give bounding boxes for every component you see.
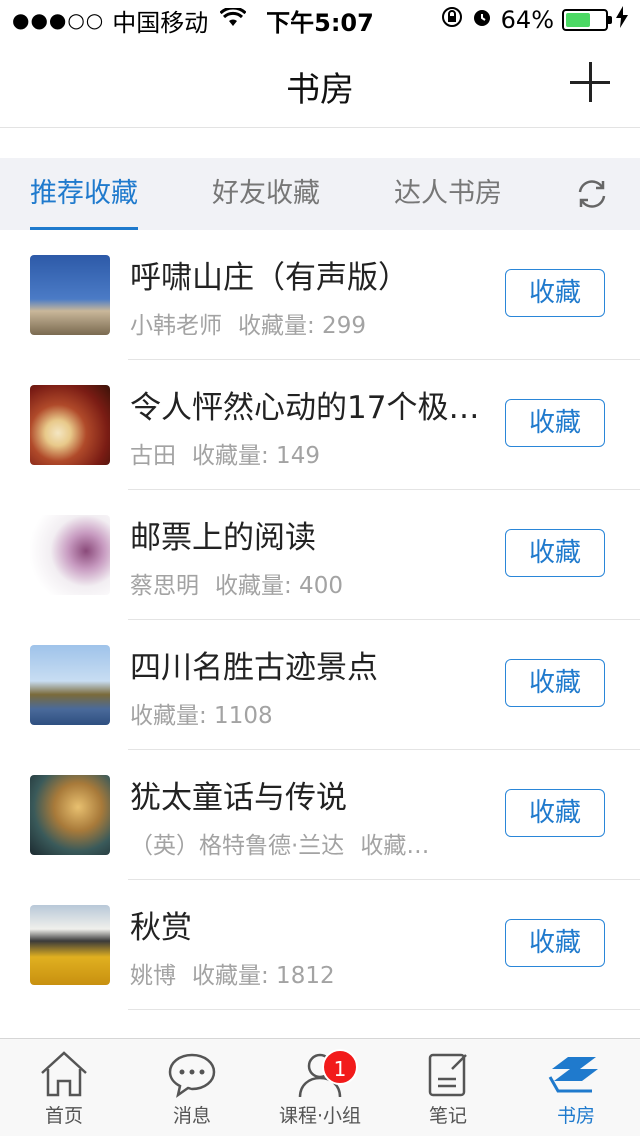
collection-tabs: 推荐收藏 好友收藏 达人书房	[0, 158, 640, 230]
charging-icon	[616, 6, 628, 34]
list-item[interactable]: 邮票上的阅读 蔡思明 收藏量: 400 收藏	[0, 490, 640, 620]
divider	[128, 1009, 640, 1010]
list-item[interactable]: 犹太童话与传说 （英）格特鲁德·兰达 收藏… 收藏	[0, 750, 640, 880]
item-count: 收藏量: 1108	[130, 703, 273, 729]
item-author: 小韩老师	[130, 313, 222, 339]
tabbar-label: 首页	[44, 1105, 83, 1127]
tabbar-item-home[interactable]: 首页	[0, 1039, 128, 1136]
tabbar-label: 课程·小组	[278, 1105, 362, 1127]
tab-recommended[interactable]: 推荐收藏	[30, 158, 138, 230]
carrier-name: 中国移动	[112, 8, 209, 37]
bottom-tab-bar: 首页 消息 1 课程·小组 笔记 书房	[0, 1038, 640, 1136]
book-cover	[30, 775, 110, 855]
signal-indicator: ●●●○○	[12, 8, 105, 32]
item-meta: 古田 收藏量: 149	[130, 436, 480, 470]
book-cover	[30, 645, 110, 725]
book-cover	[30, 385, 110, 465]
item-meta: 蔡思明 收藏量: 400	[130, 566, 480, 600]
wifi-icon	[219, 5, 247, 33]
battery-icon	[562, 9, 612, 31]
list-item[interactable]: 秋赏 姚博 收藏量: 1812 收藏	[0, 880, 640, 1010]
item-count: 收藏…	[360, 833, 430, 859]
item-count: 收藏量: 149	[192, 443, 320, 469]
item-title: 呼啸山庄（有声版）	[130, 260, 409, 296]
item-meta: 姚博 收藏量: 1812	[130, 956, 480, 990]
tabbar-item-study[interactable]: 书房	[512, 1039, 640, 1136]
notification-badge: 1	[322, 1049, 358, 1085]
book-cover	[30, 905, 110, 985]
note-icon	[428, 1053, 467, 1097]
item-title: 四川名胜古迹景点	[130, 650, 378, 686]
alarm-icon	[471, 6, 493, 34]
tabbar-label: 笔记	[428, 1105, 467, 1127]
item-count: 收藏量: 1812	[192, 963, 335, 989]
tabbar-label: 书房	[556, 1105, 595, 1127]
book-cover	[30, 515, 110, 595]
collect-button[interactable]: 收藏	[505, 399, 605, 447]
book-cover	[30, 255, 110, 335]
list-item[interactable]: 呼啸山庄（有声版） 小韩老师 收藏量: 299 收藏	[0, 230, 640, 360]
item-count: 收藏量: 400	[215, 573, 343, 599]
collect-button[interactable]: 收藏	[505, 659, 605, 707]
item-author: 蔡思明	[130, 573, 199, 599]
tabbar-item-messages[interactable]: 消息	[128, 1039, 256, 1136]
item-title: 犹太童话与传说	[130, 780, 347, 816]
home-icon	[41, 1051, 87, 1097]
battery-percent: 64%	[500, 6, 554, 34]
item-meta: （英）格特鲁德·兰达 收藏…	[130, 826, 480, 860]
add-button[interactable]	[570, 62, 610, 102]
item-title: 邮票上的阅读	[130, 520, 316, 556]
item-count: 收藏量: 299	[238, 313, 366, 339]
tabbar-item-courses[interactable]: 1 课程·小组	[256, 1039, 384, 1136]
collect-button[interactable]: 收藏	[505, 789, 605, 837]
item-title: 秋赏	[130, 910, 192, 946]
page-title: 书房	[286, 70, 354, 110]
item-author: 姚博	[130, 963, 176, 989]
tab-experts[interactable]: 达人书房	[394, 158, 502, 230]
collect-button[interactable]: 收藏	[505, 529, 605, 577]
item-author: 古田	[130, 443, 176, 469]
tabbar-label: 消息	[172, 1105, 211, 1127]
refresh-icon[interactable]	[574, 176, 610, 212]
books-icon	[548, 1057, 598, 1093]
status-bar: ●●●○○ 中国移动 下午5:07 64%	[0, 0, 640, 40]
message-icon	[168, 1053, 216, 1098]
collect-button[interactable]: 收藏	[505, 919, 605, 967]
list-item[interactable]: 令人怦然心动的17个极… 古田 收藏量: 149 收藏	[0, 360, 640, 490]
item-title: 令人怦然心动的17个极…	[130, 390, 480, 426]
tabbar-item-notes[interactable]: 笔记	[384, 1039, 512, 1136]
item-meta: 小韩老师 收藏量: 299	[130, 306, 480, 340]
tab-friends[interactable]: 好友收藏	[212, 158, 320, 230]
item-author: （英）格特鲁德·兰达	[130, 833, 345, 859]
navigation-bar: 书房	[0, 40, 640, 128]
rotation-lock-icon	[441, 6, 463, 34]
collect-button[interactable]: 收藏	[505, 269, 605, 317]
list-item[interactable]: 四川名胜古迹景点 收藏量: 1108 收藏	[0, 620, 640, 750]
battery-fill	[566, 13, 590, 27]
item-meta: 收藏量: 1108	[130, 696, 480, 730]
collection-list: 呼啸山庄（有声版） 小韩老师 收藏量: 299 收藏 令人怦然心动的17个极… 古…	[0, 230, 640, 1010]
